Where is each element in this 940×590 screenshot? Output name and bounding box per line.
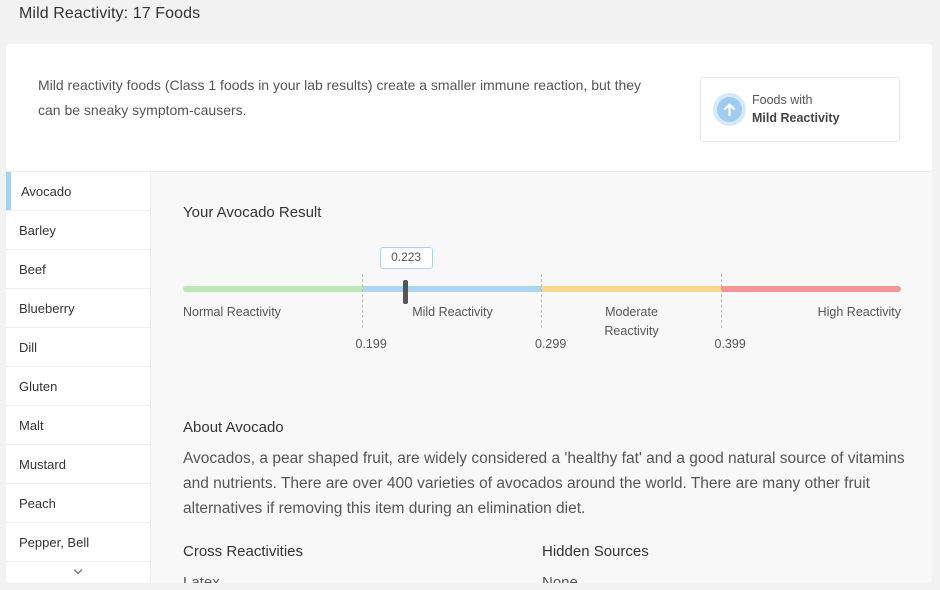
- food-list-item-beef[interactable]: Beef: [6, 250, 150, 289]
- result-value-label: 0.223: [379, 247, 433, 269]
- zone-label-moderate: Moderate Reactivity: [542, 303, 721, 341]
- arrow-up-circle-icon: [713, 93, 746, 126]
- reactivity-scale: 0.223 Normal Reactivity Mild Reactivity …: [183, 247, 901, 357]
- zone-bar-moderate: [542, 286, 721, 292]
- cross-reactivities-title: Cross Reactivities: [183, 543, 304, 560]
- zone-label-normal: Normal Reactivity: [183, 305, 281, 319]
- intro-text: Mild reactivity foods (Class 1 foods in …: [38, 77, 642, 118]
- food-list-item-malt[interactable]: Malt: [6, 406, 150, 445]
- food-list-item-pepper-bell[interactable]: Pepper, Bell: [6, 523, 150, 562]
- cross-reactivities-value: Latex: [183, 574, 220, 583]
- result-marker: [403, 280, 409, 304]
- zone-label-moderate-line1: Moderate: [605, 305, 658, 319]
- food-list-item-mustard[interactable]: Mustard: [6, 445, 150, 484]
- food-detail: Your Avocado Result 0.223 Normal Reactiv…: [151, 172, 932, 583]
- food-list-item-avocado[interactable]: Avocado: [6, 172, 150, 211]
- hidden-sources-title: Hidden Sources: [542, 543, 649, 560]
- about-text: Avocados, a pear shaped fruit, are widel…: [183, 450, 905, 517]
- food-list-item-gluten[interactable]: Gluten: [6, 367, 150, 406]
- food-card: Mild reactivity foods (Class 1 foods in …: [6, 44, 932, 583]
- page-title: Mild Reactivity: 17 Foods: [19, 5, 201, 22]
- mild-reactivity-badge: Foods with Mild Reactivity: [700, 77, 900, 142]
- food-list-item-dill[interactable]: Dill: [6, 328, 150, 367]
- zone-label-mild: Mild Reactivity: [412, 305, 493, 319]
- threshold-label: 0.299: [535, 337, 567, 351]
- food-list-item-blueberry[interactable]: Blueberry: [6, 289, 150, 328]
- food-list-item-barley[interactable]: Barley: [6, 211, 150, 250]
- result-title: Your Avocado Result: [183, 204, 322, 221]
- threshold-label: 0.199: [355, 337, 387, 351]
- zone-bar-mild: [363, 286, 542, 292]
- food-list: Avocado Barley Beef Blueberry Dill Glute…: [6, 172, 151, 583]
- hidden-sources-value: None: [542, 574, 578, 583]
- chevron-down-icon: [73, 569, 83, 575]
- zone-bar-high: [721, 286, 901, 292]
- zone-label-high: High Reactivity: [817, 305, 901, 319]
- badge-title: Mild Reactivity: [752, 111, 840, 125]
- zone-bar-normal: [183, 286, 363, 292]
- food-list-item-peach[interactable]: Peach: [6, 484, 150, 523]
- about-title: About Avocado: [183, 419, 284, 436]
- badge-subtitle: Foods with: [752, 93, 813, 107]
- scroll-more-button[interactable]: [6, 562, 150, 582]
- zone-label-moderate-line2: Reactivity: [604, 324, 659, 338]
- intro-section: Mild reactivity foods (Class 1 foods in …: [6, 44, 932, 172]
- threshold-label: 0.399: [714, 337, 746, 351]
